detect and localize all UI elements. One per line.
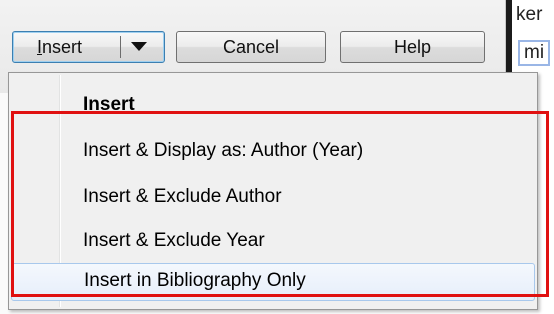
menu-item-label: Insert & Exclude Author bbox=[83, 186, 282, 207]
document-text-fragment: mi bbox=[518, 40, 551, 66]
menu-item-insert-display-author-year[interactable]: Insert & Display as: Author (Year) bbox=[11, 133, 535, 171]
menu-item-label: Insert in Bibliography Only bbox=[84, 270, 306, 291]
menu-item-insert-exclude-year[interactable]: Insert & Exclude Year bbox=[11, 223, 535, 261]
menu-item-insert-bibliography-only[interactable]: Insert in Bibliography Only bbox=[11, 263, 535, 301]
insert-options-menu: Insert Insert & Display as: Author (Year… bbox=[8, 72, 538, 310]
dropdown-arrow-icon[interactable] bbox=[131, 42, 147, 51]
cancel-button[interactable]: Cancel bbox=[176, 31, 326, 63]
help-button[interactable]: Help bbox=[340, 31, 485, 63]
menu-item-insert[interactable]: Insert bbox=[11, 87, 535, 125]
insert-split-button[interactable]: Insert bbox=[12, 31, 165, 63]
insert-button-label[interactable]: Insert bbox=[37, 37, 82, 58]
menu-item-label: Insert bbox=[83, 94, 135, 115]
menu-item-label: Insert & Exclude Year bbox=[83, 230, 265, 251]
split-divider bbox=[120, 36, 121, 58]
menu-item-insert-exclude-author[interactable]: Insert & Exclude Author bbox=[11, 179, 535, 217]
menu-item-label: Insert & Display as: Author (Year) bbox=[83, 140, 364, 161]
document-text-fragment: ker bbox=[516, 4, 543, 25]
